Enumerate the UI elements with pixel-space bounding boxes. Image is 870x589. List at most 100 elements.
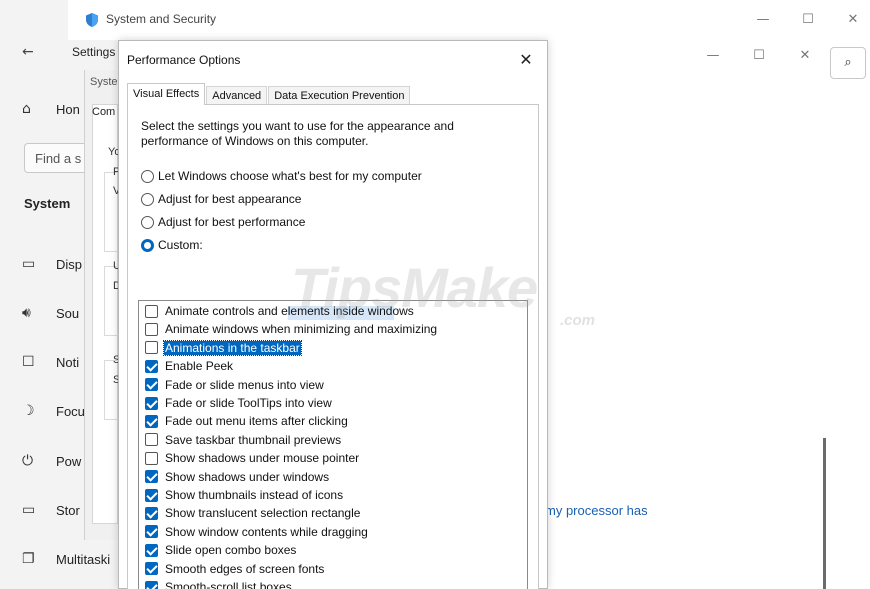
nav-label: Multitaski (56, 551, 111, 567)
option-row[interactable]: Animate windows when minimizing and maxi… (145, 321, 438, 337)
option-checkbox[interactable] (145, 414, 158, 428)
nav-item-home[interactable]: ⌂ Hon (22, 98, 80, 120)
nav-label: Disp (56, 256, 83, 272)
storage-icon: ▭ (22, 502, 36, 518)
option-checkbox[interactable] (145, 396, 158, 410)
option-row[interactable]: Show thumbnails instead of icons (145, 487, 344, 503)
option-row[interactable]: Show shadows under mouse pointer (145, 450, 360, 466)
option-label: Show shadows under mouse pointer (165, 451, 360, 466)
option-label: Show translucent selection rectangle (165, 506, 361, 521)
tab-strip: Visual Effects Advanced Data Execution P… (127, 83, 411, 105)
option-checkbox[interactable] (145, 525, 158, 539)
nav-label: Focu (56, 403, 85, 419)
nav-item-focus[interactable]: ☽ Focu (22, 400, 85, 422)
tab-visual-effects[interactable]: Visual Effects (127, 83, 206, 105)
option-row[interactable]: Show window contents while dragging (145, 524, 369, 540)
maximize-button[interactable]: ☐ (744, 44, 774, 68)
sysprops-group (104, 172, 118, 252)
back-arrow-icon[interactable]: ← (22, 44, 34, 60)
option-row[interactable]: Slide open combo boxes (145, 542, 297, 558)
sysprops-group (104, 266, 118, 336)
nav-label: Hon (56, 101, 80, 117)
option-checkbox[interactable] (145, 580, 158, 589)
radio-let-windows-choose[interactable]: Let Windows choose what's best for my co… (141, 167, 422, 185)
close-button[interactable]: ✕ (838, 8, 868, 32)
radio-circle[interactable] (141, 238, 154, 252)
nav-item-storage[interactable]: ▭ Stor (22, 499, 80, 521)
radio-label: Adjust for best performance (158, 215, 306, 229)
nav-label: Stor (56, 502, 80, 518)
settings-title: Settings (72, 45, 116, 59)
radio-circle[interactable] (141, 215, 154, 229)
option-row[interactable]: Fade or slide ToolTips into view (145, 395, 333, 411)
system-properties-title: Syste (90, 76, 118, 88)
option-checkbox[interactable] (145, 378, 158, 392)
option-label: Smooth-scroll list boxes (165, 580, 292, 589)
minimize-button[interactable]: — (748, 8, 778, 32)
option-checkbox[interactable] (145, 488, 158, 502)
sysprops-group (104, 360, 118, 420)
nav-item-sound[interactable]: 🔊︎ Sou (22, 302, 79, 324)
display-icon: ▭ (22, 256, 36, 272)
option-row[interactable]: Show translucent selection rectangle (145, 505, 361, 521)
option-label: Show window contents while dragging (165, 524, 368, 539)
option-checkbox[interactable] (145, 322, 158, 336)
option-label: Smooth edges of screen fonts (165, 561, 325, 576)
option-checkbox[interactable] (145, 562, 158, 576)
option-row[interactable]: Save taskbar thumbnail previews (145, 432, 342, 448)
option-checkbox[interactable] (145, 359, 158, 373)
option-row[interactable]: Fade out menu items after clicking (145, 413, 349, 429)
option-checkbox[interactable] (145, 470, 158, 484)
nav-item-display[interactable]: ▭ Disp (22, 253, 82, 275)
nav-item-notifications[interactable]: ☐ Noti (22, 351, 79, 373)
control-panel-titlebar: System and Security — ☐ ✕ (68, 0, 870, 40)
radio-circle[interactable] (141, 192, 154, 206)
option-label: Fade or slide menus into view (165, 377, 324, 392)
option-label: Fade out menu items after clicking (165, 414, 348, 429)
multitasking-icon: ❐ (22, 551, 35, 567)
option-row[interactable]: Smooth edges of screen fonts (145, 561, 325, 577)
option-row[interactable]: Show shadows under windows (145, 469, 330, 485)
tab-data-execution-prevention[interactable]: Data Execution Prevention (268, 86, 411, 105)
option-checkbox[interactable] (145, 341, 158, 355)
tab-advanced[interactable]: Advanced (206, 86, 268, 105)
option-label: Fade or slide ToolTips into view (165, 396, 332, 410)
option-checkbox[interactable] (145, 451, 158, 465)
option-checkbox[interactable] (145, 543, 158, 557)
option-label: Show thumbnails instead of icons (165, 488, 344, 502)
shield-icon (86, 13, 98, 27)
nav-item-multitasking[interactable]: ❐ Multitaski (22, 548, 110, 570)
close-icon[interactable]: ✕ (513, 47, 539, 73)
radio-best-appearance[interactable]: Adjust for best appearance (141, 190, 301, 208)
power-icon: ⏻ (22, 453, 34, 469)
visual-effects-list[interactable]: Animate controls and elements inside win… (138, 300, 528, 589)
option-row[interactable]: Smooth-scroll list boxes (145, 579, 293, 589)
system-properties-tab[interactable]: Com (92, 106, 115, 118)
radio-custom[interactable]: Custom: (141, 236, 203, 254)
focus-icon: ☽ (22, 403, 35, 419)
nav-label: Noti (56, 354, 80, 370)
radio-circle[interactable] (141, 169, 154, 183)
maximize-button[interactable]: ☐ (793, 8, 823, 32)
minimize-button[interactable]: — (698, 44, 728, 68)
option-label: Animations in the taskbar (163, 339, 302, 356)
option-checkbox[interactable] (145, 433, 158, 447)
option-label: Enable Peek (165, 359, 234, 374)
visual-effects-panel: Select the settings you want to use for … (127, 104, 539, 589)
option-checkbox[interactable] (145, 506, 158, 520)
option-row[interactable]: Enable Peek (145, 358, 234, 374)
option-label: Save taskbar thumbnail previews (165, 432, 342, 447)
nav-item-power[interactable]: ⏻ Pow (22, 450, 81, 472)
option-checkbox[interactable] (145, 304, 158, 318)
watermark-suffix: .com (560, 312, 596, 329)
watermark: TipsMake (291, 256, 538, 319)
option-row[interactable]: Animations in the taskbar (145, 339, 302, 356)
search-icon[interactable]: ⌕ (830, 47, 866, 79)
processor-link[interactable]: my processor has (545, 503, 648, 518)
option-row[interactable]: Fade or slide menus into view (145, 377, 325, 393)
radio-label: Let Windows choose what's best for my co… (158, 169, 422, 183)
close-button[interactable]: ✕ (790, 44, 820, 68)
scrollbar[interactable] (823, 438, 826, 589)
radio-best-performance[interactable]: Adjust for best performance (141, 213, 305, 231)
dialog-title: Performance Options (127, 53, 241, 67)
